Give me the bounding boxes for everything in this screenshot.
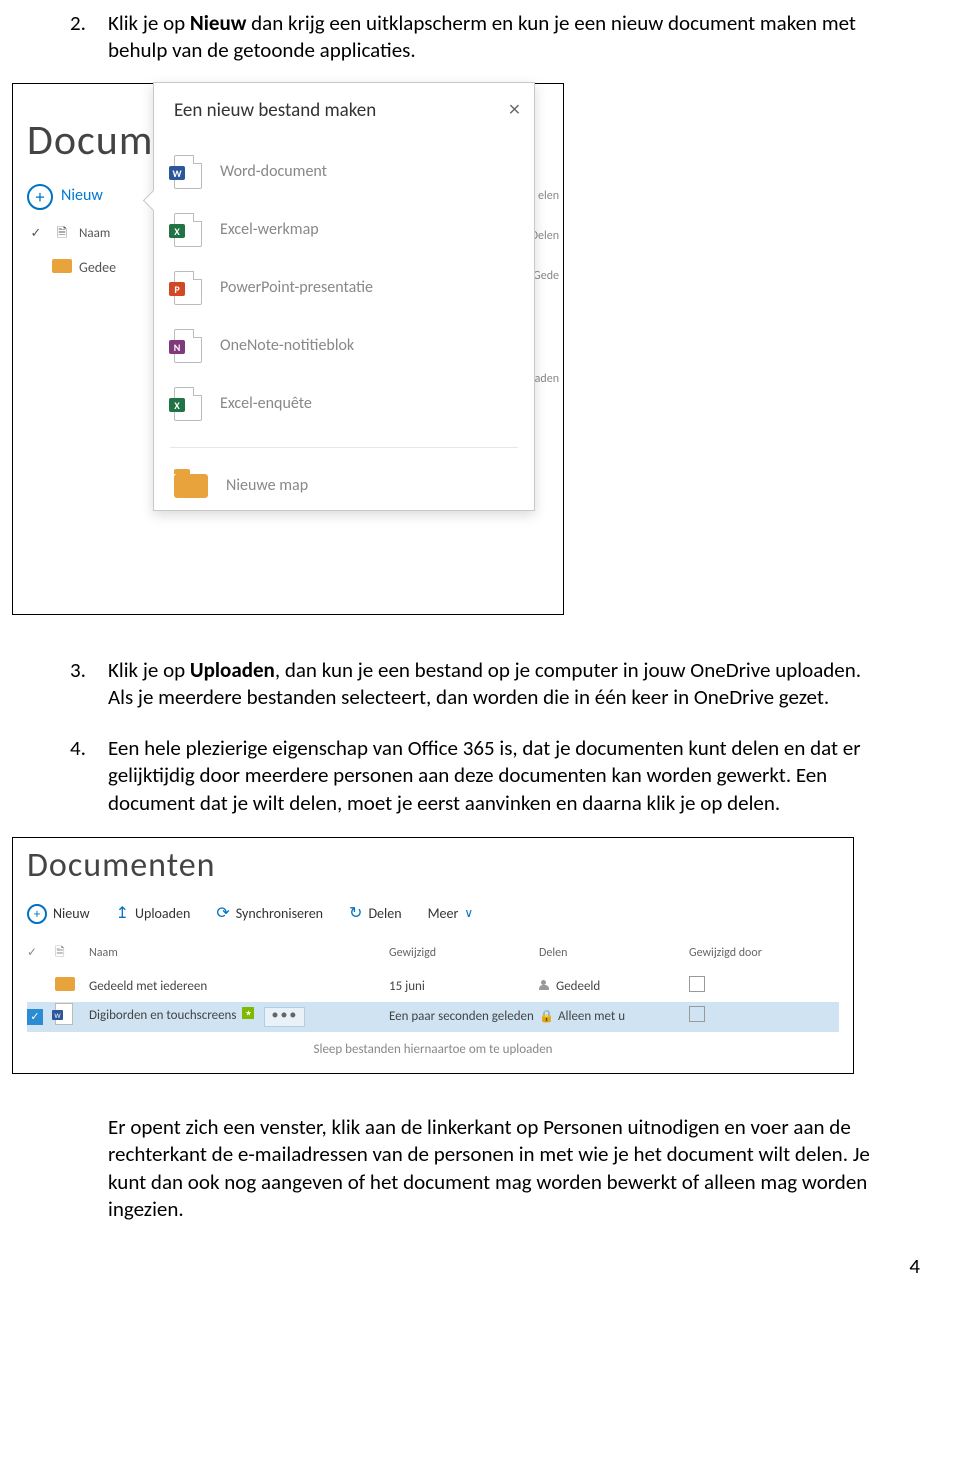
new-file-callout: × Een nieuw bestand maken WWord-document… (153, 82, 535, 512)
checkbox[interactable] (689, 1006, 705, 1022)
list-item-2: 2. Klik je op Nieuw dan krijg een uitkla… (0, 0, 960, 65)
plus-icon: + (27, 904, 47, 924)
checkbox-checked-icon[interactable]: ✓ (27, 1009, 43, 1025)
table-header: ✓ 🗎 Naam Gewijzigd Delen Gewijzigd door (27, 946, 839, 962)
synchroniseren-button[interactable]: ⟳Synchroniseren (216, 904, 323, 925)
page-number: 4 (0, 1253, 960, 1280)
table-row-selected[interactable]: ✓ W Digiborden en touchscreens••• Een pa… (27, 1002, 839, 1032)
item-text: Klik je op Nieuw dan krijg een uitklapsc… (108, 10, 890, 65)
item-number: 2. (70, 10, 108, 65)
lock-icon: 🔒 (539, 1010, 554, 1024)
menu-item-new-folder[interactable]: Nieuwe map (154, 462, 534, 510)
chevron-down-icon: ∨ (464, 907, 473, 923)
peek-text: elen (538, 189, 559, 205)
item-number: 4. (70, 735, 108, 817)
close-icon[interactable]: × (509, 95, 520, 124)
toolbar: +Nieuw ↥Uploaden ⟳Synchroniseren ↻Delen … (27, 904, 473, 925)
word-doc-icon: W (55, 1003, 73, 1025)
page-title-truncated: Docum (27, 114, 153, 169)
cell-share: 🔒Alleen met u (539, 1009, 689, 1026)
nieuw-button[interactable]: +Nieuw (27, 904, 90, 924)
more-dots-button[interactable]: ••• (264, 1007, 305, 1027)
list-row-folder[interactable]: Gedee (27, 259, 116, 278)
separator (170, 447, 518, 448)
page-title: Documenten (27, 844, 216, 888)
menu-item-excel[interactable]: XExcel-werkmap (154, 201, 534, 259)
tail-paragraph: Er opent zich een venster, klik aan de l… (0, 1114, 960, 1223)
item-text: Klik je op Uploaden, dan kun je een best… (108, 657, 890, 712)
cell-share: Gedeeld (539, 979, 689, 996)
cell-name: Gedeeld met iedereen (89, 979, 389, 996)
folder-icon (52, 259, 72, 273)
group-icon (539, 980, 553, 990)
delen-button[interactable]: ↻Delen (349, 904, 402, 925)
checkmark-icon: ✓ (27, 946, 55, 962)
nieuw-button[interactable]: + Nieuw (27, 184, 103, 210)
file-icon: 🗎 (55, 946, 89, 962)
list-item-4: 4. Een hele plezierige eigenschap van Of… (0, 725, 960, 817)
callout-title: Een nieuw bestand maken (154, 83, 534, 144)
upload-icon: ↥ (116, 904, 129, 925)
col-gewijzigd-door[interactable]: Gewijzigd door (689, 946, 839, 962)
col-naam: Naam (79, 226, 110, 243)
screenshot-new-file-menu: Docum + Nieuw ✓ 🗎 Naam Gedee elen Delen … (12, 83, 564, 615)
menu-item-onenote[interactable]: NOneNote-notitieblok (154, 317, 534, 375)
sync-icon: ⟳ (216, 904, 229, 925)
checkbox[interactable] (689, 976, 705, 992)
list-item-3: 3. Klik je op Uploaden, dan kun je een b… (0, 647, 960, 712)
table-row[interactable]: Gedeeld met iedereen 15 juni Gedeeld (27, 972, 839, 1002)
plus-icon: + (27, 184, 53, 210)
item-text: Een hele plezierige eigenschap van Offic… (108, 735, 890, 817)
col-gewijzigd[interactable]: Gewijzigd (389, 946, 539, 962)
screenshot-document-list: Documenten +Nieuw ↥Uploaden ⟳Synchronise… (12, 837, 854, 1074)
cell-name: Digiborden en touchscreens••• (89, 1007, 389, 1027)
uploaden-button[interactable]: ↥Uploaden (116, 904, 191, 925)
menu-item-word[interactable]: WWord-document (154, 143, 534, 201)
folder-icon (174, 474, 208, 498)
cell-modified: 15 juni (389, 979, 539, 996)
list-header-row: ✓ 🗎 Naam (27, 226, 110, 243)
file-icon: 🗎 (45, 226, 79, 243)
cell-modified: Een paar seconden geleden (389, 1009, 539, 1026)
share-icon: ↻ (349, 904, 362, 925)
drop-hint: Sleep bestanden hiernaartoe om te upload… (13, 1042, 853, 1059)
menu-item-powerpoint[interactable]: PPowerPoint-presentatie (154, 259, 534, 317)
folder-icon (55, 977, 75, 991)
checkmark-icon: ✓ (27, 226, 45, 243)
meer-button[interactable]: Meer∨ (428, 905, 474, 923)
col-delen[interactable]: Delen (539, 946, 689, 962)
new-badge-icon (242, 1007, 254, 1019)
col-naam[interactable]: Naam (89, 946, 389, 962)
menu-item-excel-survey[interactable]: XExcel-enquête (154, 375, 534, 433)
item-number: 3. (70, 657, 108, 712)
